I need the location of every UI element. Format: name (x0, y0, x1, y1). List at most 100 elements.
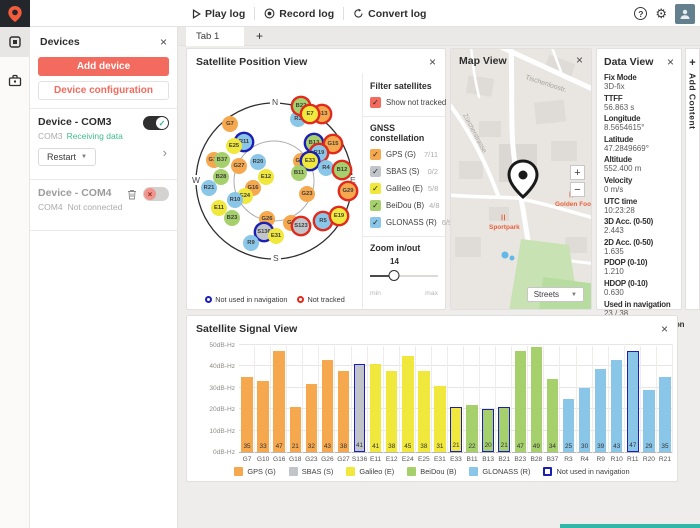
satellite-E31[interactable]: E31 (268, 228, 284, 244)
signal-bar-B28[interactable]: 49 (531, 347, 543, 452)
add-device-button[interactable]: Add device (38, 57, 169, 76)
constellation-row-glonass[interactable]: ✓GLONASS (R)6/9 (370, 217, 438, 228)
show-not-tracked-checkbox[interactable]: ✓ (370, 97, 381, 108)
user-avatar[interactable] (675, 4, 695, 24)
help-icon[interactable]: ? (634, 7, 647, 20)
tab-1[interactable]: Tab 1 (186, 27, 244, 46)
app-logo[interactable] (0, 0, 30, 27)
constellation-row-galileo[interactable]: ✓Galileo (E)5/8 (370, 183, 438, 194)
blue-ring-icon (205, 296, 212, 303)
signal-bar-G27[interactable]: 38 (338, 371, 350, 452)
beidou-checkbox[interactable]: ✓ (370, 200, 381, 211)
device-com4-toggle[interactable]: × (143, 187, 169, 201)
convert-log-button[interactable]: Convert log (353, 8, 426, 20)
constellation-row-sbas[interactable]: ✓SBAS (S)0/2 (370, 166, 438, 177)
glonass-checkbox[interactable]: ✓ (370, 217, 381, 228)
satellite-E19[interactable]: E19 (331, 208, 347, 224)
satellite-R21[interactable]: R21 (201, 180, 217, 196)
restart-dropdown[interactable]: Restart ▼ (38, 148, 96, 166)
signal-bar-R4[interactable]: 30 (579, 388, 591, 452)
satellite-R9[interactable]: R9 (243, 235, 259, 251)
signal-bar-G7[interactable]: 35 (241, 377, 253, 452)
satellite-G23[interactable]: G23 (299, 186, 315, 202)
legend-not-used-label: Not used in navigation (215, 295, 287, 304)
slider-handle[interactable] (389, 270, 400, 281)
device-com3-toggle[interactable]: ✓ (143, 116, 169, 130)
signal-bar-E11[interactable]: 41 (370, 364, 382, 452)
legend-swatch-not_used (543, 467, 552, 476)
signal-bar-E25[interactable]: 38 (418, 371, 430, 452)
satellite-B37[interactable]: B37 (214, 152, 230, 168)
close-icon[interactable]: × (429, 57, 436, 67)
sbas-checkbox[interactable]: ✓ (370, 166, 381, 177)
legend-item-beidou: BeiDou (B) (407, 467, 456, 476)
satellite-E7[interactable]: E7 (302, 106, 318, 122)
signal-bar-R9[interactable]: 39 (595, 369, 607, 452)
signal-bar-R21[interactable]: 35 (659, 377, 671, 452)
zoom-slider[interactable]: 14 (370, 266, 438, 286)
signal-bar-S136[interactable]: 41 (354, 364, 366, 452)
satellite-G7[interactable]: G7 (222, 116, 238, 132)
settings-gear-icon[interactable]: ⚙ (655, 7, 667, 20)
bar-value: 45 (402, 443, 414, 450)
satellite-B11[interactable]: B11 (291, 165, 307, 181)
close-icon[interactable]: × (667, 57, 674, 67)
satellite-B12[interactable]: B12 (334, 162, 350, 178)
close-icon[interactable]: × (160, 37, 167, 47)
signal-bar-E24[interactable]: 45 (402, 356, 414, 452)
satellite-G15[interactable]: G15 (325, 136, 341, 152)
rail-item-toolbox[interactable] (0, 65, 30, 95)
zoom-out-button[interactable]: − (570, 182, 585, 197)
satellite-G29[interactable]: G29 (340, 183, 356, 199)
trash-icon[interactable] (127, 187, 137, 205)
data-field-label: UTC time (604, 197, 674, 206)
signal-bar-G10[interactable]: 33 (257, 381, 269, 452)
basemap-select[interactable]: Streets ▼ (527, 287, 584, 302)
device-com3-expand-chevron[interactable]: › (163, 145, 167, 160)
show-not-tracked-row[interactable]: ✓ Show not tracked (370, 97, 438, 108)
signal-bar-B23[interactable]: 47 (515, 351, 527, 452)
gps-checkbox[interactable]: ✓ (370, 149, 381, 160)
signal-bar-R10[interactable]: 43 (611, 360, 623, 452)
satellite-R4[interactable]: R4 (318, 160, 334, 176)
record-log-button[interactable]: Record log (264, 8, 334, 20)
x-tick-G27: G27 (335, 456, 351, 463)
constellation-label: GPS (G) (386, 150, 416, 159)
satellite-G27[interactable]: G27 (231, 158, 247, 174)
satellite-R5[interactable]: R5 (315, 213, 331, 229)
satellite-R20[interactable]: R20 (250, 154, 266, 170)
galileo-checkbox[interactable]: ✓ (370, 183, 381, 194)
close-icon[interactable]: × (576, 55, 583, 67)
signal-bar-E12[interactable]: 38 (386, 371, 398, 452)
constellation-row-gps[interactable]: ✓GPS (G)7/11 (370, 149, 438, 160)
signal-bar-B37[interactable]: 34 (547, 379, 559, 452)
signal-bar-R3[interactable]: 25 (563, 399, 575, 453)
constellation-row-beidou[interactable]: ✓BeiDou (B)4/8 (370, 200, 438, 211)
device-configuration-button[interactable]: Device configuration (38, 81, 169, 100)
signal-bar-E33[interactable]: 21 (450, 407, 462, 452)
chevron-down-icon: ▼ (571, 292, 577, 298)
add-tab-button[interactable]: + (256, 29, 263, 43)
satellite-E12[interactable]: E12 (258, 169, 274, 185)
signal-bar-E31[interactable]: 31 (434, 386, 446, 452)
satellite-S123[interactable]: S123 (293, 218, 309, 234)
play-log-button[interactable]: Play log (192, 8, 245, 20)
signal-bar-R20[interactable]: 29 (643, 390, 655, 452)
data-field-label: 2D Acc. (0-50) (604, 238, 674, 247)
satellite-R10[interactable]: R10 (227, 192, 243, 208)
signal-bar-G23[interactable]: 32 (306, 384, 318, 452)
signal-bar-G18[interactable]: 21 (290, 407, 302, 452)
signal-bar-B13[interactable]: 20 (482, 409, 494, 452)
signal-bar-G26[interactable]: 43 (322, 360, 334, 452)
signal-bar-B21[interactable]: 21 (498, 407, 510, 452)
signal-bar-G16[interactable]: 47 (273, 351, 285, 452)
zoom-in-button[interactable]: + (570, 165, 585, 180)
satellite-E25[interactable]: E25 (226, 138, 242, 154)
add-content-tab[interactable]: + Add Content (685, 48, 700, 310)
signal-bar-B11[interactable]: 22 (466, 405, 478, 452)
satellite-B23[interactable]: B23 (224, 210, 240, 226)
x-tick-E11: E11 (368, 456, 384, 463)
legend-not-tracked-label: Not tracked (307, 295, 344, 304)
rail-item-devices[interactable] (0, 27, 30, 57)
signal-bar-R11[interactable]: 47 (627, 351, 639, 452)
